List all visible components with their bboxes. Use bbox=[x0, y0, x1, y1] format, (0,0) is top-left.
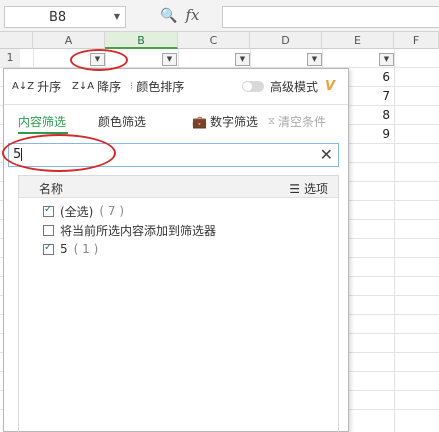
close-icon[interactable]: ✕ bbox=[320, 145, 333, 164]
column-header-a[interactable]: A bbox=[33, 32, 105, 49]
cell-e-value[interactable]: 8 bbox=[350, 108, 390, 122]
annotation-ellipse-filter-button bbox=[70, 49, 128, 71]
cell-e-value[interactable]: 9 bbox=[350, 127, 390, 141]
list-item-select-all[interactable]: (全选) ( 7 ) bbox=[43, 202, 124, 220]
tab-content-filter[interactable]: 内容筛选 bbox=[18, 113, 66, 130]
list-item-add-to-filter[interactable]: 将当前所选内容添加到筛选器 bbox=[43, 221, 216, 239]
sort-asc-icon: A↓Z bbox=[12, 81, 35, 92]
fx-icon[interactable]: fx bbox=[185, 6, 199, 24]
list-item-count: ( 7 ) bbox=[99, 204, 125, 218]
sort-desc-button[interactable]: Z↓A 降序 bbox=[72, 78, 121, 95]
briefcase-icon: 💼 bbox=[192, 114, 207, 129]
toggle-switch-icon[interactable] bbox=[242, 81, 264, 92]
number-filter-label: 数字筛选 bbox=[209, 115, 258, 129]
filter-dropdown-e[interactable]: ▼ bbox=[379, 53, 394, 66]
filter-tabs: 内容筛选 颜色筛选 💼 数字筛选 ⧖ 清空条件 bbox=[4, 105, 348, 135]
name-box-value: B8 bbox=[49, 10, 67, 25]
column-header-c[interactable]: C bbox=[178, 32, 250, 49]
filter-panel: A↓Z 升序 Z↓A 降序 ⁝ 颜色排序 高级模式 V 内容筛选 颜色筛选 💼 bbox=[3, 68, 349, 432]
cell-e-value[interactable]: 7 bbox=[350, 89, 390, 103]
column-header-f[interactable]: F bbox=[394, 32, 439, 49]
options-button[interactable]: ☰ 选项 bbox=[289, 180, 328, 197]
clear-conditions-button[interactable]: ⧖ 清空条件 bbox=[268, 113, 326, 130]
column-header-b[interactable]: B bbox=[105, 32, 178, 49]
column-header-e[interactable]: E bbox=[322, 32, 394, 49]
list-item-label: (全选) bbox=[60, 204, 94, 219]
checkbox-icon[interactable] bbox=[43, 204, 54, 217]
clear-conditions-label: 清空条件 bbox=[278, 115, 327, 129]
options-icon: ☰ bbox=[289, 181, 300, 196]
filter-dropdown-c[interactable]: ▼ bbox=[235, 53, 250, 66]
column-header-d[interactable]: D bbox=[250, 32, 322, 49]
sort-toolbar: A↓Z 升序 Z↓A 降序 ⁝ 颜色排序 高级模式 V bbox=[4, 69, 348, 105]
tab-color-filter[interactable]: 颜色筛选 bbox=[98, 113, 146, 130]
filter-dropdown-b[interactable]: ▼ bbox=[162, 53, 177, 66]
advanced-mode-toggle[interactable]: 高级模式 V bbox=[242, 78, 335, 95]
advanced-mode-label: 高级模式 bbox=[270, 80, 319, 94]
name-box[interactable]: B8 ▼ bbox=[4, 6, 126, 28]
color-sort-button[interactable]: ⁝ 颜色排序 bbox=[130, 78, 184, 95]
filter-dropdown-d[interactable]: ▼ bbox=[307, 53, 322, 66]
sort-desc-icon: Z↓A bbox=[72, 81, 95, 92]
list-item-label: 将当前所选内容添加到筛选器 bbox=[60, 223, 217, 238]
chevron-down-icon[interactable]: ▼ bbox=[114, 12, 120, 21]
checkbox-icon[interactable] bbox=[43, 224, 54, 236]
formula-input[interactable] bbox=[222, 6, 439, 28]
number-filter-button[interactable]: 💼 数字筛选 bbox=[192, 113, 258, 130]
formula-tools: 🔍 fx bbox=[160, 6, 199, 24]
sort-desc-label: 降序 bbox=[97, 80, 122, 94]
row-number[interactable]: 1 bbox=[0, 49, 20, 67]
cell-e-value[interactable]: 6 bbox=[350, 70, 390, 84]
checkbox-icon[interactable] bbox=[43, 242, 54, 255]
sort-asc-button[interactable]: A↓Z 升序 bbox=[12, 78, 61, 95]
list-item-label: 5 bbox=[60, 242, 68, 256]
list-header: 名称 ☰ 选项 bbox=[19, 176, 338, 198]
vip-icon: V bbox=[325, 79, 336, 94]
color-sort-icon: ⁝ bbox=[130, 81, 134, 92]
spreadsheet-window: B8 ▼ 🔍 fx A B C D E F 1 ▼ ▼ ▼ ▼ ▼ 6 7 8 … bbox=[0, 0, 439, 432]
options-label: 选项 bbox=[303, 182, 328, 196]
list-header-name: 名称 bbox=[39, 182, 64, 196]
zoom-icon[interactable]: 🔍 bbox=[160, 8, 177, 24]
value-list: 名称 ☰ 选项 (全选) ( 7 ) 将当前所选内容添加到筛选器 5 ( 1 ) bbox=[18, 175, 339, 432]
funnel-clear-icon: ⧖ bbox=[268, 116, 276, 127]
list-item-value-5[interactable]: 5 ( 1 ) bbox=[43, 240, 98, 258]
sort-asc-label: 升序 bbox=[37, 80, 62, 94]
formula-bar: B8 ▼ 🔍 fx bbox=[0, 0, 439, 32]
column-headers: A B C D E F bbox=[0, 32, 439, 49]
color-sort-label: 颜色排序 bbox=[136, 80, 185, 94]
annotation-ellipse-search bbox=[2, 134, 116, 172]
list-item-count: ( 1 ) bbox=[73, 242, 99, 256]
corner-cell[interactable] bbox=[0, 32, 33, 49]
